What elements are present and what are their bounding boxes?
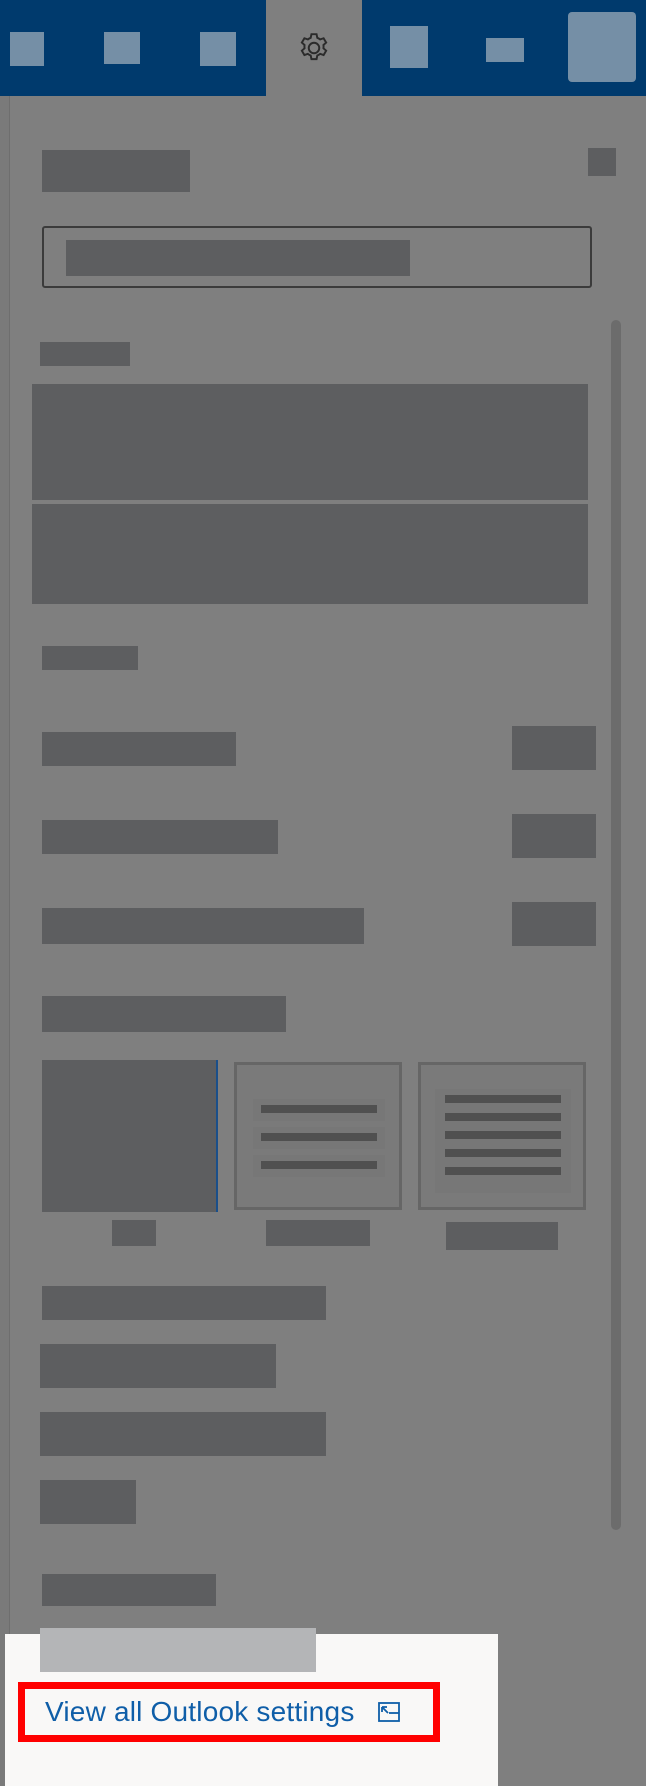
density-option-3[interactable] (418, 1062, 586, 1210)
topbar-button-4[interactable] (390, 26, 428, 68)
topbar-button-5[interactable] (486, 38, 524, 62)
search-input[interactable] (42, 226, 592, 288)
scrollbar[interactable] (611, 320, 621, 1530)
view-all-settings-label: View all Outlook settings (45, 1696, 355, 1727)
option-label-3 (42, 908, 364, 944)
toggle-3[interactable] (512, 902, 596, 946)
close-button[interactable] (588, 148, 616, 176)
topbar-button-2[interactable] (104, 32, 140, 64)
section-heading (42, 646, 138, 670)
density-option-1-label (112, 1220, 156, 1246)
list-option-1[interactable] (40, 1344, 276, 1388)
settings-button[interactable] (266, 0, 362, 96)
density-option-2-label (266, 1220, 370, 1246)
list-option-2[interactable] (40, 1412, 326, 1456)
open-in-new-window-icon (377, 1701, 401, 1723)
density-option-selected[interactable] (42, 1060, 218, 1212)
topbar-button-1[interactable] (10, 32, 44, 66)
theme-row-1[interactable] (32, 384, 588, 500)
theme-row-2[interactable] (32, 504, 588, 604)
topbar-button-3[interactable] (200, 32, 236, 66)
list-option-3[interactable] (40, 1480, 136, 1524)
gear-icon (300, 33, 328, 61)
toggle-1[interactable] (512, 726, 596, 770)
toggle-2[interactable] (512, 814, 596, 858)
search-placeholder (66, 240, 410, 276)
panel-title (42, 150, 190, 192)
option-label-1 (42, 732, 236, 766)
list-option-4[interactable] (40, 1628, 316, 1672)
theme-heading (40, 342, 130, 366)
section-heading-bottom (42, 1574, 216, 1606)
top-bar (0, 0, 646, 96)
density-option-2[interactable] (234, 1062, 402, 1210)
density-heading (42, 996, 286, 1032)
option-label-2 (42, 820, 278, 854)
avatar[interactable] (568, 12, 636, 82)
view-all-settings-button[interactable]: View all Outlook settings (18, 1682, 440, 1742)
density-option-3-label (446, 1222, 558, 1250)
left-edge (0, 96, 10, 1786)
list-heading (42, 1286, 326, 1320)
